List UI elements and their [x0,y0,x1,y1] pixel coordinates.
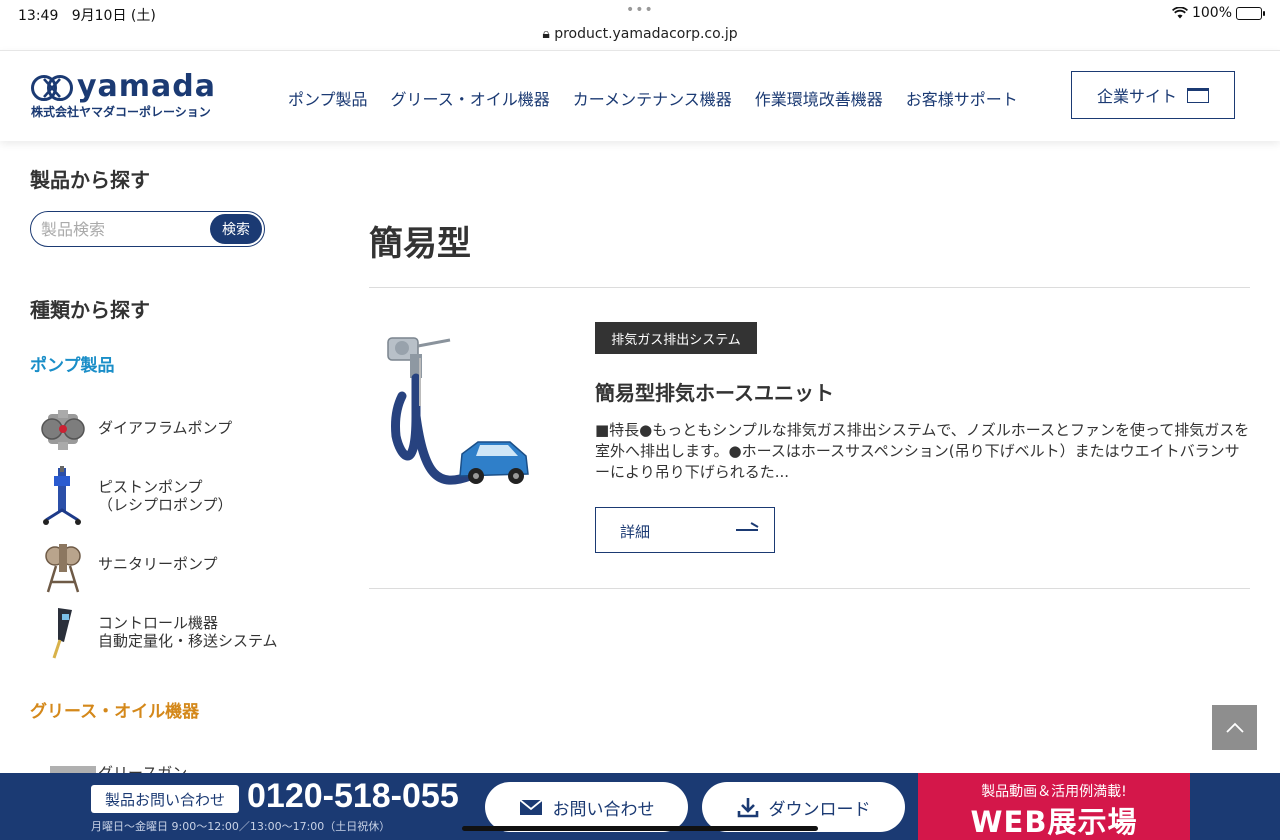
site-header: yamada 株式会社ヤマダコーポレーション ポンプ製品 グリース・オイル機器 … [0,50,1280,141]
product-search: 検索 [30,211,265,247]
sidebar-item-sanitary-pump[interactable]: サニタリーポンプ [30,536,310,596]
product-description: ■特長●もっともシンプルな排気ガス排出システムで、ノズルホースとファンを使って排… [595,421,1250,481]
sidebar-item-diaphragm-pump[interactable]: ダイアフラムポンプ [30,400,310,460]
diaphragm-pump-thumbnail [41,410,85,450]
url-text: product.yamadacorp.co.jp [554,26,738,42]
nav-car-maintenance[interactable]: カーメンテナンス機器 [573,86,732,110]
yamada-mark-icon [31,75,73,101]
piston-pump-thumbnail [43,466,81,525]
chevron-up-icon [1225,722,1244,733]
status-right: 100% [1171,5,1265,21]
divider [369,287,1250,288]
search-button[interactable]: 検索 [210,214,262,244]
category-grease-oil[interactable]: グリース・オイル機器 [30,697,199,722]
main-nav: ポンプ製品 グリース・オイル機器 カーメンテナンス機器 作業環境改善機器 お客様… [288,86,1018,110]
inquiry-label: お問い合わせ [552,799,655,820]
logo-company-name: 株式会社ヤマダコーポレーション [31,105,211,119]
sidebar-item-piston-pump[interactable]: ピストンポンプ （レシプロポンプ） [30,466,310,526]
product-name[interactable]: 簡易型排気ホースユニット [595,377,834,406]
sidebar-item-sublabel: 自動定量化・移送システム [98,632,278,650]
status-time: 13:49 9月10日 (土) [18,8,156,24]
corporate-site-label: 企業サイト [1096,87,1177,106]
sidebar-item-label: ダイアフラムポンプ [98,419,233,437]
category-heading: 種類から探す [30,298,150,322]
sidebar-item-label: コントロール機器 [98,614,219,632]
download-icon [737,798,758,818]
web-showroom-title: WEB展示場 [970,805,1138,839]
wifi-icon [1171,7,1188,19]
status-bar: 13:49 9月10日 (土) ••• 🔒︎ product.yamadacor… [0,0,1280,50]
detail-button-label: 詳細 [620,523,651,541]
home-indicator [462,826,818,831]
mail-icon [518,798,543,815]
sidebar-item-grease-gun[interactable]: グリースガン [30,758,310,774]
inquiry-button[interactable]: お問い合わせ [485,782,688,832]
battery-icon [1236,6,1265,20]
divider [369,588,1250,589]
tab-dots-icon[interactable]: ••• [626,2,654,18]
download-button[interactable]: ダウンロード [702,782,905,832]
logo-wordmark: yamada [77,69,217,104]
yamada-logo[interactable]: yamada 株式会社ヤマダコーポレーション [31,69,226,119]
search-input[interactable] [41,219,201,239]
nav-work-environment[interactable]: 作業環境改善機器 [755,86,883,110]
nav-grease-oil[interactable]: グリース・オイル機器 [391,86,550,110]
search-heading: 製品から探す [30,168,150,192]
nav-customer-support[interactable]: お客様サポート [906,86,1018,110]
download-label: ダウンロード [768,799,871,820]
category-tag[interactable]: 排気ガス排出システム [595,322,757,354]
exhaust-hose-product-image[interactable] [380,326,530,498]
business-hours: 月曜日〜金曜日 9:00〜12:00／13:00〜17:00（土日祝休） [91,820,391,833]
web-showroom-subtitle: 製品動画＆活用例満載! [981,784,1127,800]
sidebar-item-label: ピストンポンプ [98,478,203,496]
battery-percent: 100% [1191,5,1232,21]
contact-label: 製品お問い合わせ [91,785,239,813]
sidebar-item-label: サニタリーポンプ [98,555,218,573]
back-to-top-button[interactable] [1212,705,1257,750]
detail-button[interactable]: 詳細 [595,507,775,553]
sidebar-item-sublabel: （レシプロポンプ） [98,496,233,514]
address-bar[interactable]: 🔒︎ product.yamadacorp.co.jp [0,26,1280,42]
corporate-site-button[interactable]: 企業サイト [1071,71,1235,119]
control-equipment-thumbnail [52,608,72,659]
sidebar-item-control-equipment[interactable]: コントロール機器 自動定量化・移送システム [30,602,310,662]
category-pump[interactable]: ポンプ製品 [30,351,115,376]
nav-pump-products[interactable]: ポンプ製品 [288,86,368,110]
arrow-right-icon [736,529,758,531]
phone-number[interactable]: 0120-518-055 [247,777,459,816]
page-title: 簡易型 [369,224,471,264]
window-icon [1187,87,1209,103]
lock-icon: 🔒︎ [542,26,550,42]
web-showroom-banner[interactable]: 製品動画＆活用例満載! WEB展示場 [918,773,1190,840]
sanitary-pump-thumbnail [45,544,81,593]
